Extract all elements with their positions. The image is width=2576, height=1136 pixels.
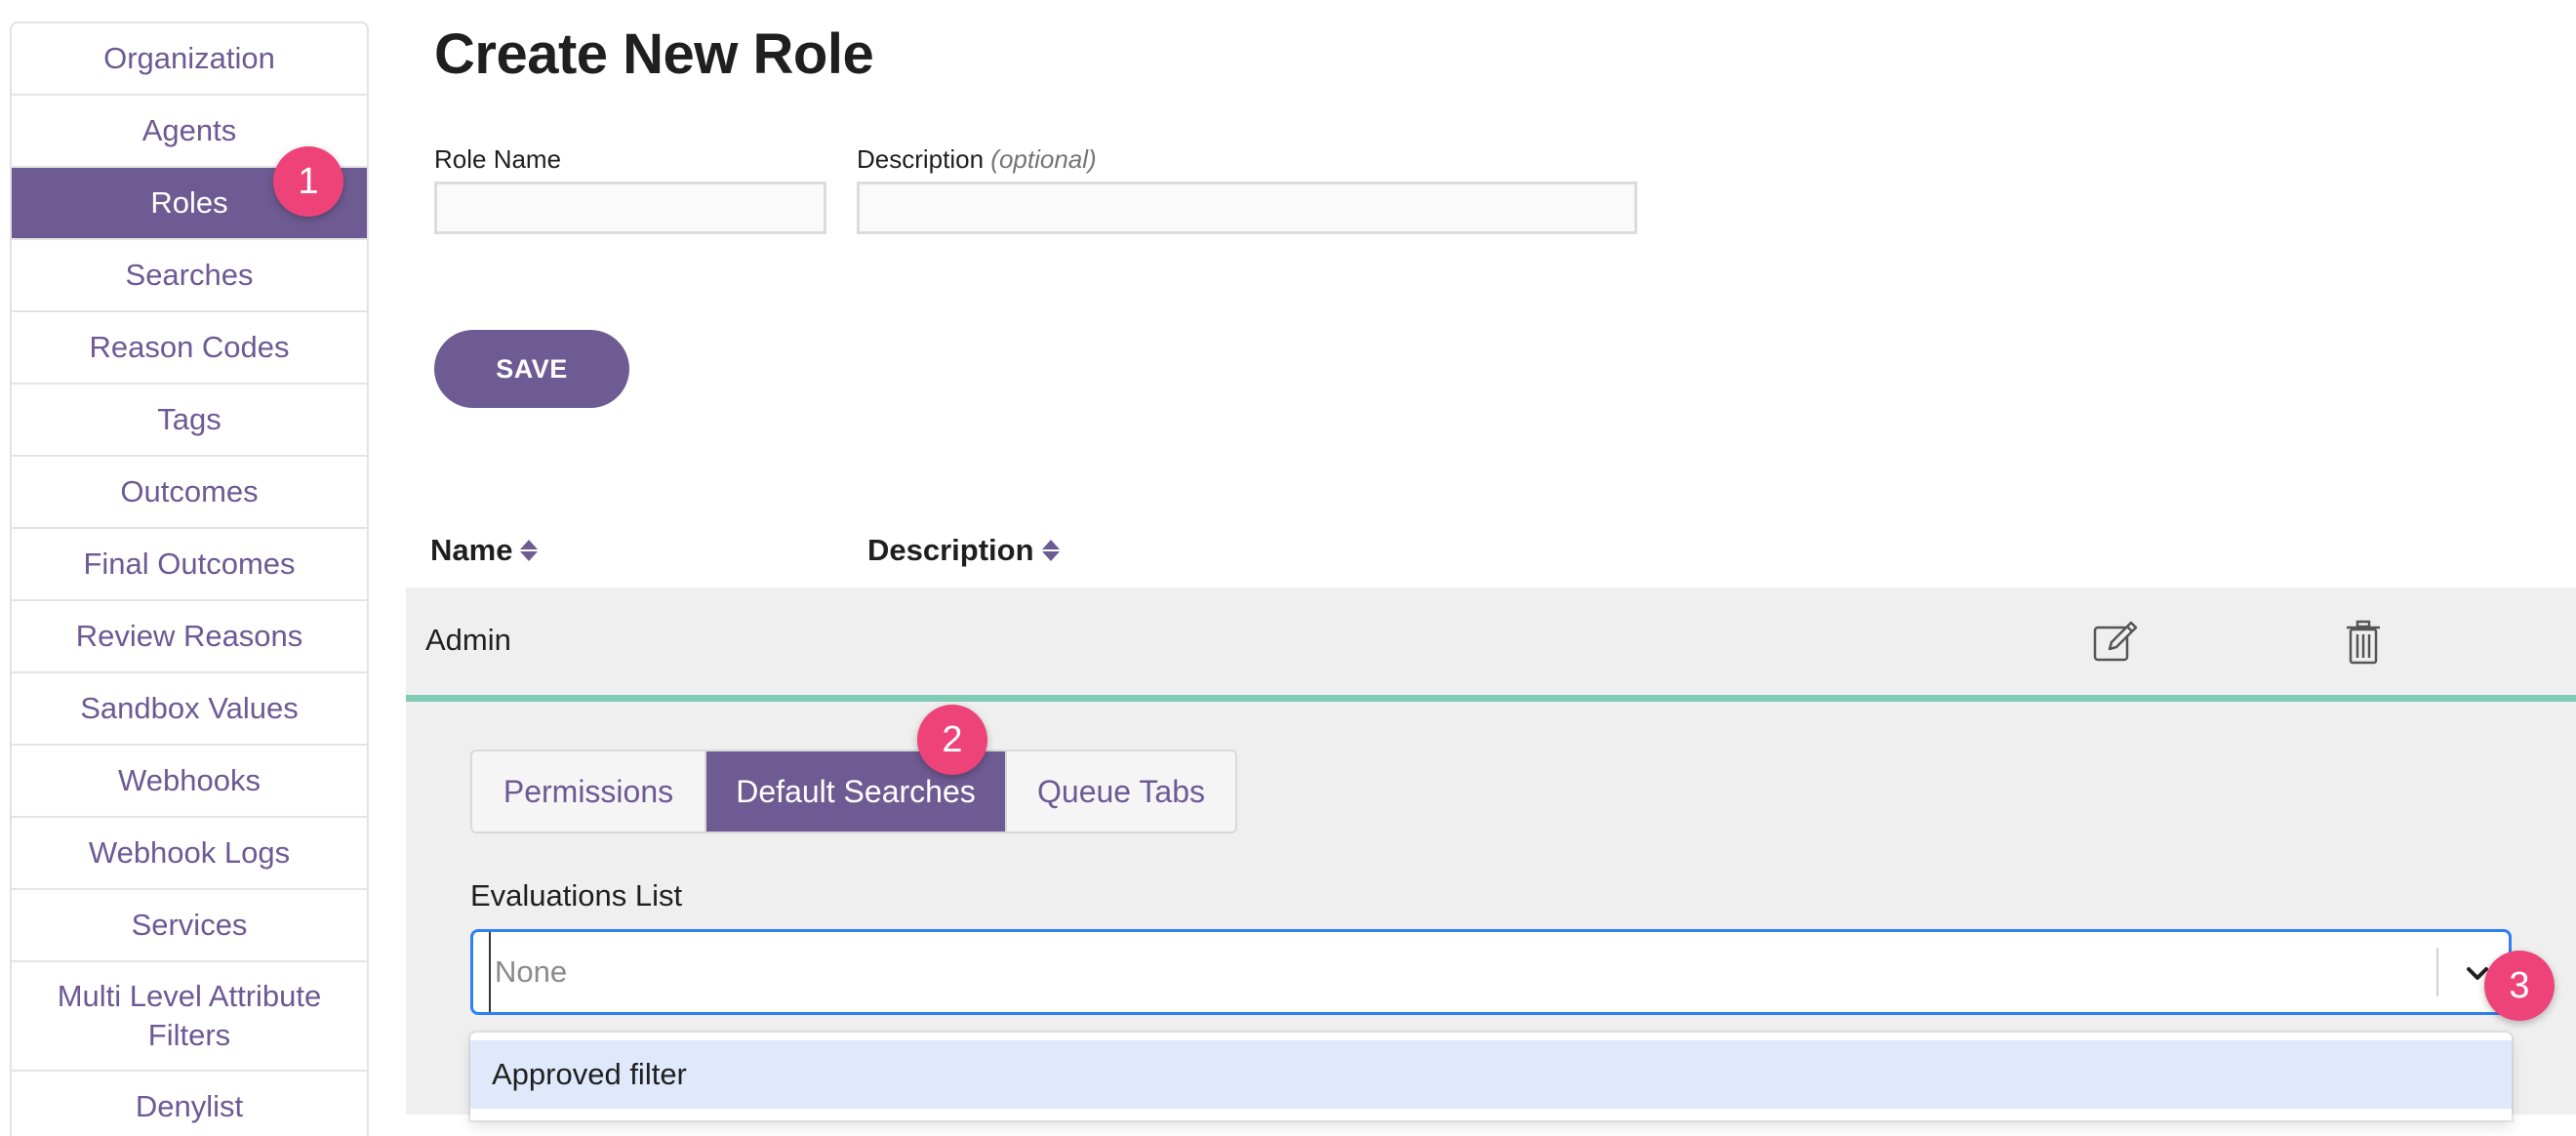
sidebar-item-outcomes[interactable]: Outcomes xyxy=(12,457,367,529)
step-badge-3: 3 xyxy=(2484,951,2555,1021)
description-input[interactable] xyxy=(857,182,1637,234)
table-row[interactable]: Admin xyxy=(406,588,2576,697)
sort-icon[interactable] xyxy=(1041,540,1060,561)
evaluations-list-select[interactable]: None xyxy=(470,929,2512,1015)
sidebar-item-final-outcomes[interactable]: Final Outcomes xyxy=(12,529,367,601)
dropdown-option-approved-filter[interactable]: Approved filter xyxy=(470,1040,2512,1109)
column-header-description[interactable]: Description xyxy=(867,533,1060,568)
row-expanded-divider xyxy=(406,695,2576,702)
column-header-description-label: Description xyxy=(867,533,1034,567)
step-badge-1: 1 xyxy=(273,146,343,217)
save-button[interactable]: SAVE xyxy=(434,330,629,408)
description-label-text: Description xyxy=(857,144,985,174)
sidebar-item-tags[interactable]: Tags xyxy=(12,385,367,457)
select-divider xyxy=(2436,948,2438,996)
sidebar-item-review-reasons[interactable]: Review Reasons xyxy=(12,601,367,673)
sidebar-item-organization[interactable]: Organization xyxy=(12,23,367,96)
optional-hint: (optional) xyxy=(990,144,1097,174)
page-title: Create New Role xyxy=(434,22,874,86)
role-name-input[interactable] xyxy=(434,182,826,234)
column-header-name-label: Name xyxy=(430,533,513,567)
tab-permissions[interactable]: Permissions xyxy=(472,751,704,832)
edit-icon[interactable] xyxy=(2090,617,2141,668)
description-label: Description (optional) xyxy=(857,144,1097,175)
sidebar-item-reason-codes[interactable]: Reason Codes xyxy=(12,312,367,385)
sidebar-item-webhook-logs[interactable]: Webhook Logs xyxy=(12,818,367,890)
sidebar-item-sandbox-values[interactable]: Sandbox Values xyxy=(12,673,367,746)
sidebar-item-webhooks[interactable]: Webhooks xyxy=(12,746,367,818)
evaluations-list-value: None xyxy=(489,932,567,1012)
role-name-cell: Admin xyxy=(425,623,511,657)
evaluations-list-label: Evaluations List xyxy=(470,878,683,913)
trash-icon[interactable] xyxy=(2338,617,2389,668)
tab-queue-tabs[interactable]: Queue Tabs xyxy=(1005,751,1235,832)
role-tabs: Permissions Default Searches Queue Tabs xyxy=(470,750,1237,833)
sidebar-item-searches[interactable]: Searches xyxy=(12,240,367,312)
evaluations-dropdown-menu: Approved filter xyxy=(470,1033,2512,1120)
role-name-label: Role Name xyxy=(434,144,562,174)
sort-icon[interactable] xyxy=(520,540,539,561)
sidebar-item-multi-level-attribute-filters[interactable]: Multi Level Attribute Filters xyxy=(12,962,367,1072)
sidebar-item-services[interactable]: Services xyxy=(12,890,367,962)
column-header-name[interactable]: Name xyxy=(430,533,539,568)
sidebar-item-denylist[interactable]: Denylist xyxy=(12,1072,367,1136)
step-badge-2: 2 xyxy=(917,705,987,775)
